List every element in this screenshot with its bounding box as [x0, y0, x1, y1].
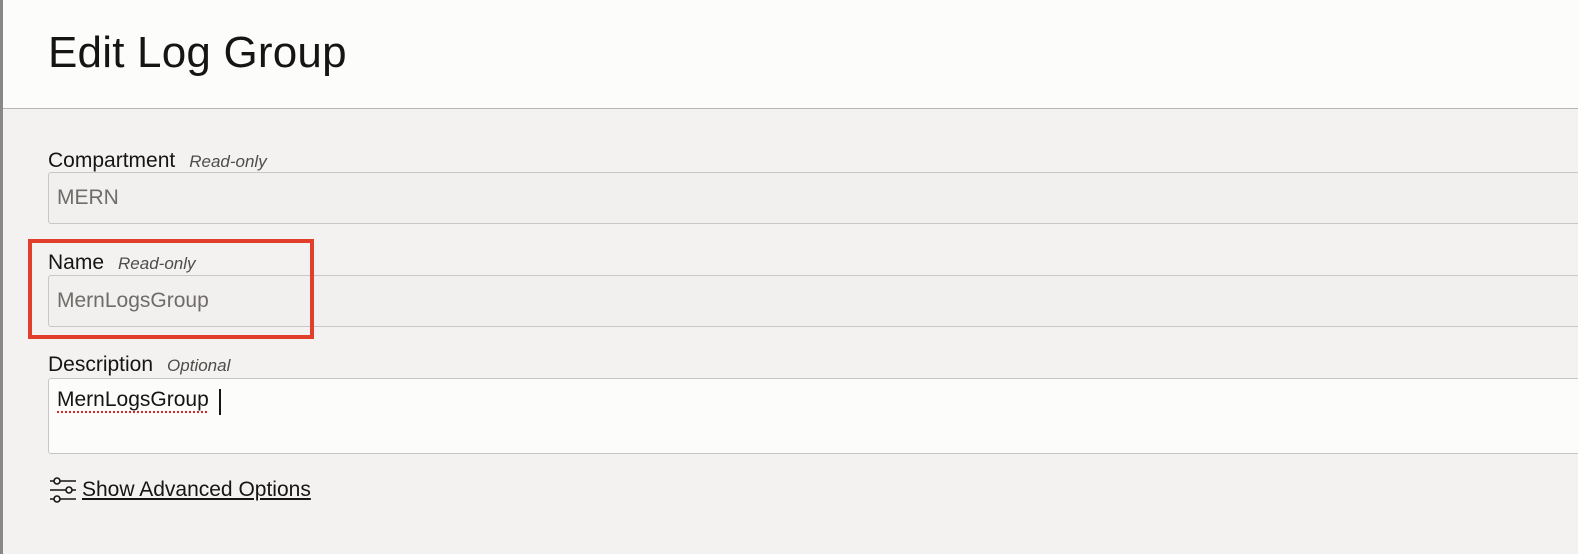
compartment-readonly-hint: Read-only	[189, 152, 267, 171]
description-label: Description Optional	[48, 353, 230, 378]
description-field[interactable]	[48, 378, 1578, 454]
show-advanced-options-label: Show Advanced Options	[82, 478, 311, 501]
compartment-field[interactable]	[48, 172, 1578, 224]
description-optional-hint: Optional	[167, 356, 231, 375]
description-label-text: Description	[48, 353, 154, 376]
show-advanced-options-link[interactable]: Show Advanced Options	[48, 476, 311, 504]
text-caret	[219, 389, 221, 415]
sliders-icon	[48, 476, 78, 504]
page-header: Edit Log Group	[3, 0, 1578, 109]
page-title: Edit Log Group	[48, 28, 347, 77]
highlight-annotation-box	[28, 239, 314, 339]
description-value: MernLogsGroup	[57, 388, 209, 411]
compartment-label-text: Compartment	[48, 149, 176, 172]
compartment-label: Compartment Read-only	[48, 149, 267, 174]
